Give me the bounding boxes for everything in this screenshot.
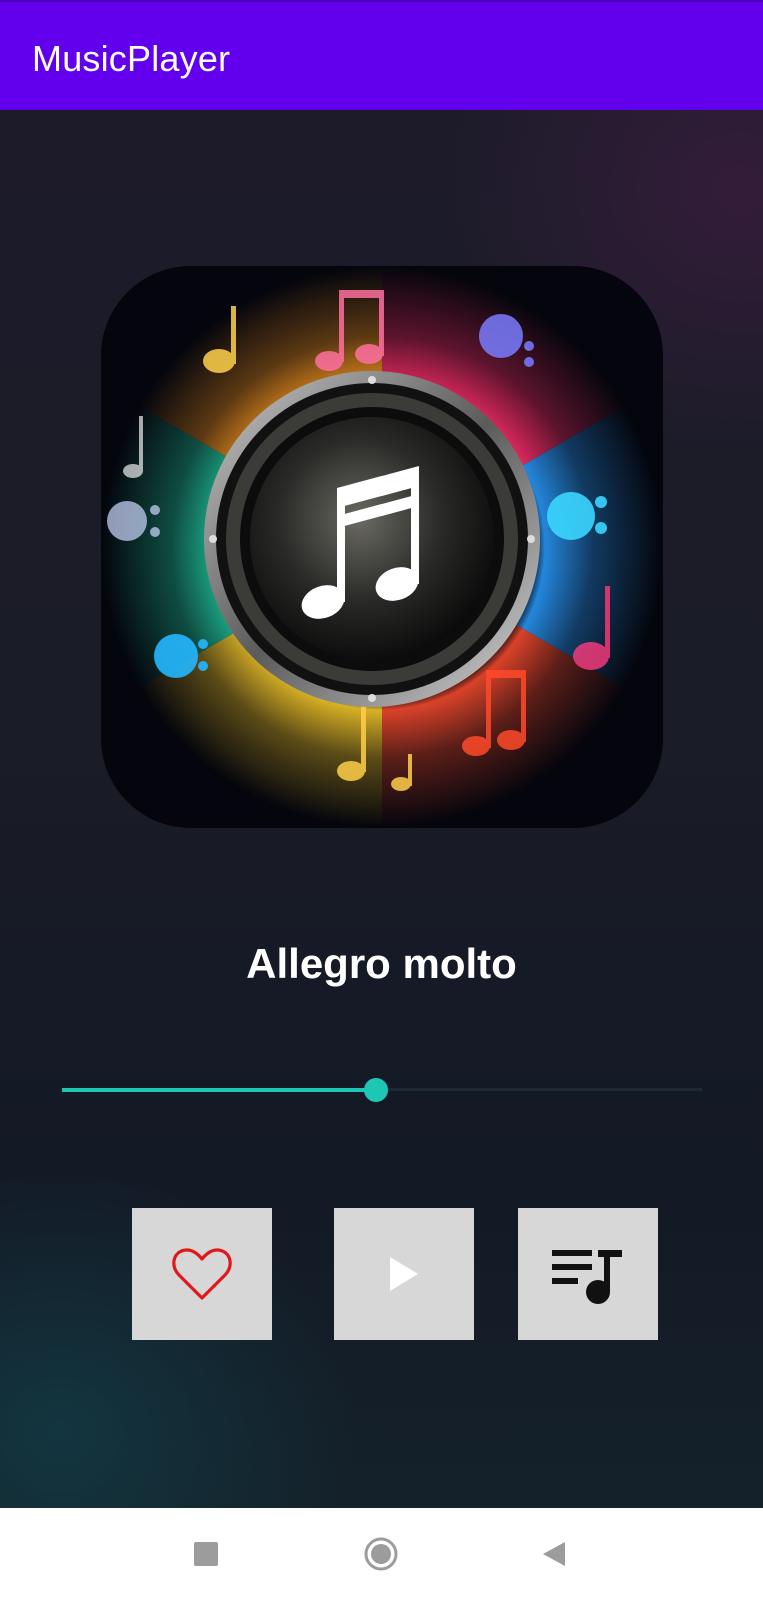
system-nav-bar: [0, 1508, 763, 1600]
favorite-button[interactable]: [132, 1208, 272, 1340]
music-player-screen: MusicPlayer Allegro molto: [0, 0, 763, 1600]
music-note-icon: [101, 266, 663, 828]
recents-button[interactable]: [161, 1508, 251, 1600]
back-button[interactable]: [509, 1508, 599, 1600]
play-button[interactable]: [334, 1208, 474, 1340]
seek-thumb[interactable]: [363, 1078, 388, 1102]
play-icon: [390, 1257, 418, 1291]
triangle-back-icon: [543, 1542, 565, 1566]
queue-music-icon: [552, 1250, 622, 1304]
square-icon: [194, 1542, 218, 1566]
album-art: [101, 266, 663, 828]
seek-bar[interactable]: [62, 1078, 702, 1102]
seek-progress: [62, 1088, 376, 1092]
circle-icon: [364, 1537, 398, 1571]
heart-outline-icon: [172, 1248, 232, 1300]
app-bar: MusicPlayer: [0, 0, 763, 110]
player-content: Allegro molto: [0, 110, 763, 1508]
playlist-button[interactable]: [518, 1208, 658, 1340]
track-title: Allegro molto: [246, 940, 517, 987]
app-title: MusicPlayer: [32, 38, 231, 79]
home-button[interactable]: [336, 1508, 426, 1600]
